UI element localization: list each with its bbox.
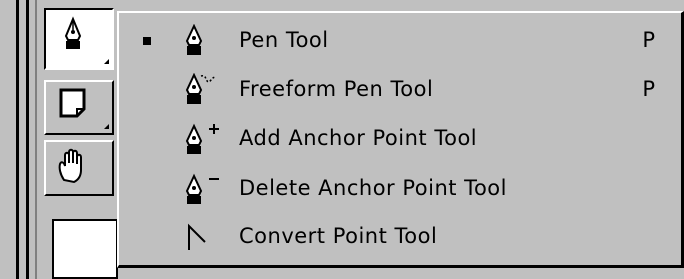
selected-indicator	[143, 37, 151, 45]
menu-item-convert-point-tool[interactable]: Convert Point Tool	[119, 212, 681, 262]
convert-point-icon	[188, 223, 206, 250]
menu-item-add-anchor-point-tool[interactable]: Add Anchor Point Tool	[119, 114, 681, 164]
menu-item-pen-tool[interactable]: Pen Tool P	[119, 16, 681, 66]
panel-border	[16, 0, 19, 279]
freeform-pen-icon	[185, 73, 217, 104]
menu-item-label: Convert Point Tool	[239, 224, 438, 248]
color-swatch-area[interactable]	[52, 219, 118, 279]
menu-item-shortcut: P	[642, 77, 655, 101]
flyout-indicator	[104, 59, 109, 64]
pen-tool-flyout-menu: Pen Tool P Freeform Pen Tool P Add Ancho…	[117, 11, 684, 268]
menu-item-freeform-pen-tool[interactable]: Freeform Pen Tool P	[119, 65, 681, 115]
pen-tool-button[interactable]	[44, 8, 114, 70]
notes-tool-button[interactable]	[44, 80, 114, 135]
menu-item-label: Add Anchor Point Tool	[239, 126, 478, 150]
pen-icon	[64, 16, 82, 49]
menu-item-delete-anchor-point-tool[interactable]: Delete Anchor Point Tool	[119, 164, 681, 214]
panel-divider	[35, 0, 37, 279]
add-anchor-point-icon	[185, 123, 219, 154]
pen-icon	[185, 24, 203, 55]
toolbox-panel	[0, 0, 118, 279]
note-icon	[59, 88, 86, 118]
hand-tool-button[interactable]	[44, 140, 114, 196]
hand-icon	[58, 148, 82, 184]
menu-item-label: Delete Anchor Point Tool	[239, 176, 507, 200]
menu-item-label: Freeform Pen Tool	[239, 77, 434, 101]
panel-border	[26, 0, 29, 279]
menu-item-label: Pen Tool	[239, 28, 329, 52]
menu-item-shortcut: P	[642, 28, 655, 52]
flyout-indicator	[104, 124, 109, 129]
delete-anchor-point-icon	[185, 173, 219, 204]
